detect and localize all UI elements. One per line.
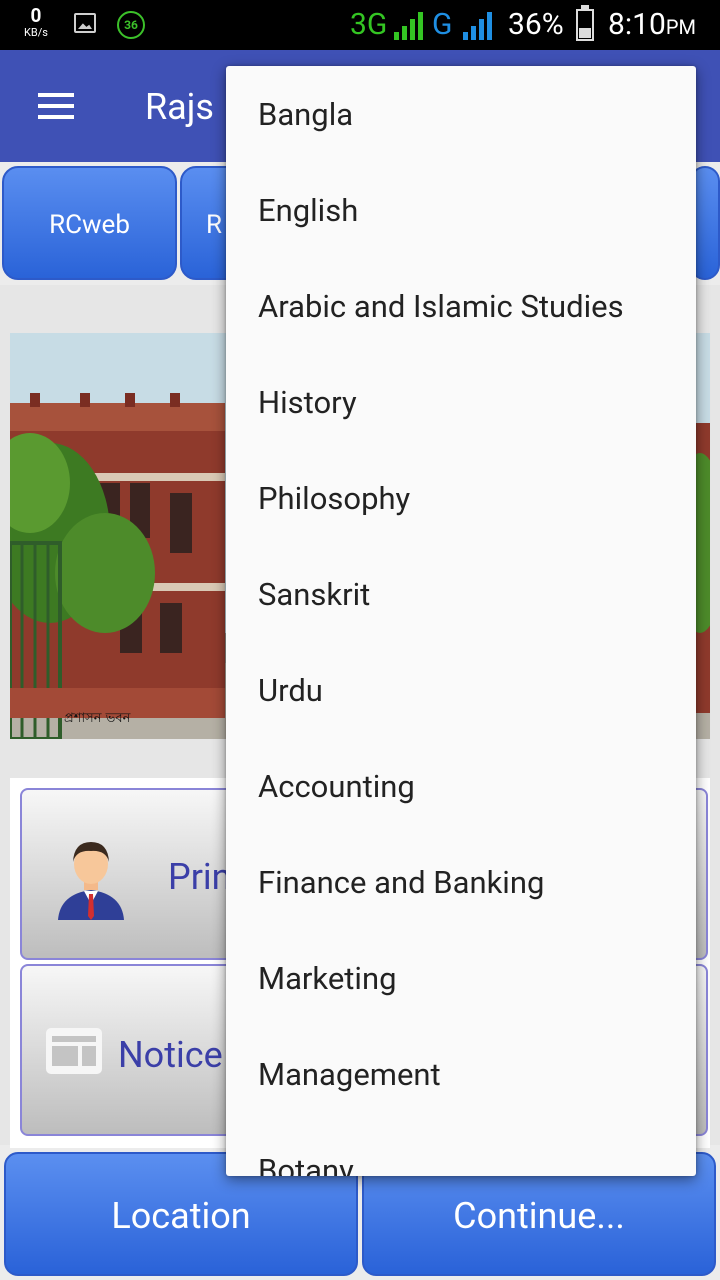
status-bar: 0 KB/s 36 3G G 36% 8:10PM: [0, 0, 720, 50]
newspaper-icon: [46, 1028, 102, 1074]
clock-time: 8:10: [608, 7, 666, 42]
menu-item-history[interactable]: History: [226, 354, 696, 450]
speed-unit: KB/s: [24, 26, 48, 39]
battery-percent: 36%: [508, 7, 564, 42]
app-title: Rajs: [145, 86, 214, 128]
clock: 8:10PM: [608, 7, 696, 42]
photo-caption: প্রশাসন ভবন: [64, 711, 131, 726]
gallery-notification-icon: [74, 13, 96, 33]
principal-label: Prin: [168, 856, 232, 898]
network-speed: 0 KB/s: [18, 6, 54, 38]
menu-item-philosophy[interactable]: Philosophy: [226, 450, 696, 546]
menu-item-urdu[interactable]: Urdu: [226, 642, 696, 738]
signal-strength-2-icon: [463, 12, 492, 40]
principal-avatar-icon: [58, 842, 124, 920]
menu-item-marketing[interactable]: Marketing: [226, 930, 696, 1026]
department-dropdown-menu: Bangla English Arabic and Islamic Studie…: [226, 66, 696, 1176]
menu-item-finance-banking[interactable]: Finance and Banking: [226, 834, 696, 930]
rcweb-button[interactable]: RCweb: [2, 166, 177, 280]
menu-item-accounting[interactable]: Accounting: [226, 738, 696, 834]
menu-item-botany[interactable]: Botany: [226, 1122, 696, 1176]
menu-item-english[interactable]: English: [226, 162, 696, 258]
app-badge-icon: 36: [117, 11, 145, 39]
menu-item-management[interactable]: Management: [226, 1026, 696, 1122]
signal-strength-icon: [394, 12, 423, 40]
speed-value: 0: [30, 4, 42, 27]
menu-icon[interactable]: [38, 93, 74, 119]
clock-ampm: PM: [665, 15, 696, 39]
menu-item-bangla[interactable]: Bangla: [226, 66, 696, 162]
notice-label: Notice: [118, 1034, 223, 1076]
menu-item-sanskrit[interactable]: Sanskrit: [226, 546, 696, 642]
network-g-label: G: [432, 7, 453, 42]
network-3g-label: 3G: [350, 7, 388, 42]
menu-item-arabic-islamic-studies[interactable]: Arabic and Islamic Studies: [226, 258, 696, 354]
battery-icon: [576, 5, 594, 41]
